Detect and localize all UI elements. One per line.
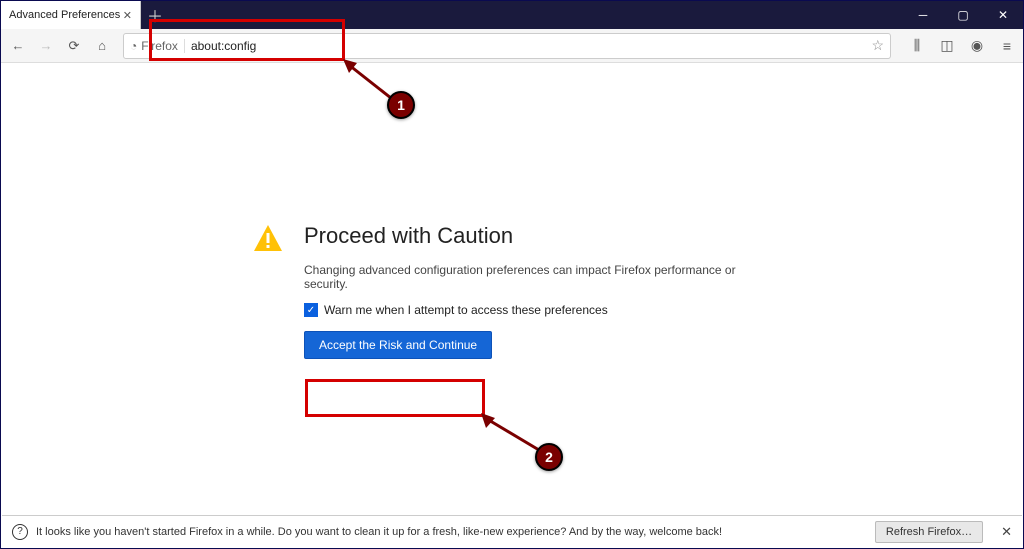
menu-icon[interactable]: ≡ bbox=[997, 36, 1017, 56]
sidebar-icon[interactable]: ◫ bbox=[937, 36, 957, 56]
home-button[interactable]: ⌂ bbox=[91, 35, 113, 57]
navbar: ← → ⟳ ⌂ ◔ Firefox ☆ ⫼ ◫ ◉ ≡ bbox=[1, 29, 1023, 63]
accept-risk-button[interactable]: Accept the Risk and Continue bbox=[304, 331, 492, 359]
close-window-button[interactable]: ✕ bbox=[983, 1, 1023, 29]
caution-box: Proceed with Caution Changing advanced c… bbox=[252, 223, 772, 359]
titlebar: Advanced Preferences ✕ ＋ ─ ▢ ✕ bbox=[1, 1, 1023, 29]
refresh-firefox-button[interactable]: Refresh Firefox… bbox=[875, 521, 983, 543]
firefox-icon: ◔ bbox=[130, 39, 137, 53]
annotation-marker-1: 1 bbox=[387, 91, 415, 119]
caution-body-text: Changing advanced configuration preferen… bbox=[304, 263, 772, 291]
back-button[interactable]: ← bbox=[7, 35, 29, 57]
checkbox-checked-icon[interactable]: ✓ bbox=[304, 303, 318, 317]
checkbox-label: Warn me when I attempt to access these p… bbox=[324, 303, 608, 317]
bookmark-star-icon[interactable]: ☆ bbox=[871, 37, 884, 54]
maximize-button[interactable]: ▢ bbox=[943, 1, 983, 29]
library-icon[interactable]: ⫼ bbox=[907, 36, 927, 56]
window-controls: ─ ▢ ✕ bbox=[903, 1, 1023, 29]
account-icon[interactable]: ◉ bbox=[967, 36, 987, 56]
annotation-marker-2: 2 bbox=[535, 443, 563, 471]
browser-tab[interactable]: Advanced Preferences ✕ bbox=[1, 1, 141, 29]
infobar-close-icon[interactable]: ✕ bbox=[1001, 524, 1012, 540]
identity-label: Firefox bbox=[141, 39, 178, 53]
page-content: Proceed with Caution Changing advanced c… bbox=[1, 63, 1023, 548]
infobar: ? It looks like you haven't started Fire… bbox=[2, 515, 1022, 547]
site-identity: ◔ Firefox bbox=[130, 39, 185, 53]
warning-icon bbox=[252, 223, 288, 359]
url-bar[interactable]: ◔ Firefox ☆ bbox=[123, 33, 891, 59]
warn-checkbox-row[interactable]: ✓ Warn me when I attempt to access these… bbox=[304, 303, 772, 317]
infobar-text: It looks like you haven't started Firefo… bbox=[36, 526, 867, 538]
tab-title: Advanced Preferences bbox=[9, 9, 120, 21]
new-tab-button[interactable]: ＋ bbox=[141, 1, 169, 29]
url-input[interactable] bbox=[191, 39, 872, 53]
minimize-button[interactable]: ─ bbox=[903, 1, 943, 29]
caution-title: Proceed with Caution bbox=[304, 223, 772, 249]
reload-button[interactable]: ⟳ bbox=[63, 35, 85, 57]
forward-button[interactable]: → bbox=[35, 35, 57, 57]
close-tab-icon[interactable]: ✕ bbox=[123, 9, 132, 22]
info-icon: ? bbox=[12, 524, 28, 540]
